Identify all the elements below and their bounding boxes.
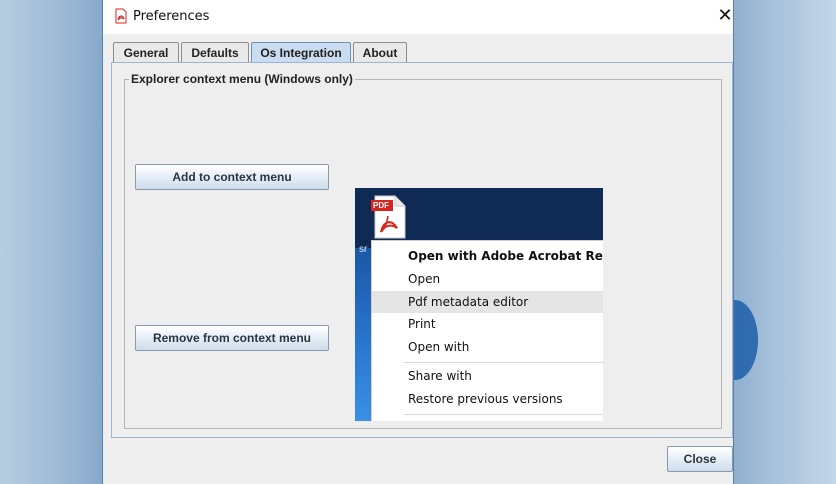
- context-item-share-with: Share with: [408, 369, 472, 383]
- desktop-right-edge: [734, 0, 836, 484]
- os-integration-panel: Explorer context menu (Windows only) Add…: [111, 62, 733, 438]
- dialog-body: General Defaults Os Integration About Ex…: [103, 34, 733, 484]
- context-item-open-with: Open with: [408, 340, 470, 354]
- explorer-context-menu: Open with Adobe Acrobat Reader DC Open P…: [371, 240, 603, 421]
- add-to-context-menu-button[interactable]: Add to context menu: [135, 164, 329, 190]
- context-item-open-with-acrobat: Open with Adobe Acrobat Reader DC: [408, 249, 603, 263]
- context-item-restore-previous-versions: Restore previous versions: [408, 392, 563, 406]
- explorer-context-menu-group: Explorer context menu (Windows only) Add…: [124, 72, 722, 429]
- context-item-print: Print: [408, 317, 436, 331]
- tab-os-integration[interactable]: Os Integration: [251, 42, 351, 63]
- close-button[interactable]: Close: [667, 446, 733, 472]
- group-title: Explorer context menu (Windows only): [129, 72, 355, 86]
- pdf-app-icon: [113, 8, 129, 24]
- context-item-pdf-metadata-editor: Pdf metadata editor: [372, 291, 603, 313]
- context-separator: [404, 414, 603, 415]
- tab-about[interactable]: About: [353, 42, 407, 62]
- file-caption: sr: [359, 244, 368, 255]
- remove-from-context-menu-button[interactable]: Remove from context menu: [135, 325, 329, 351]
- preferences-window: Preferences ✕ General Defaults Os Integr…: [102, 0, 734, 484]
- tab-general[interactable]: General: [113, 42, 179, 62]
- title-bar[interactable]: Preferences ✕: [103, 0, 733, 34]
- context-separator: [404, 362, 603, 363]
- tab-defaults[interactable]: Defaults: [181, 42, 249, 62]
- close-icon[interactable]: ✕: [715, 7, 735, 27]
- context-menu-preview-image: PDF sr Open with Adobe Acrobat Reader DC…: [355, 188, 603, 421]
- pdf-file-badge: PDF: [373, 201, 389, 210]
- window-title: Preferences: [133, 9, 210, 24]
- desktop-left-edge: [0, 0, 102, 484]
- context-item-open: Open: [408, 272, 441, 286]
